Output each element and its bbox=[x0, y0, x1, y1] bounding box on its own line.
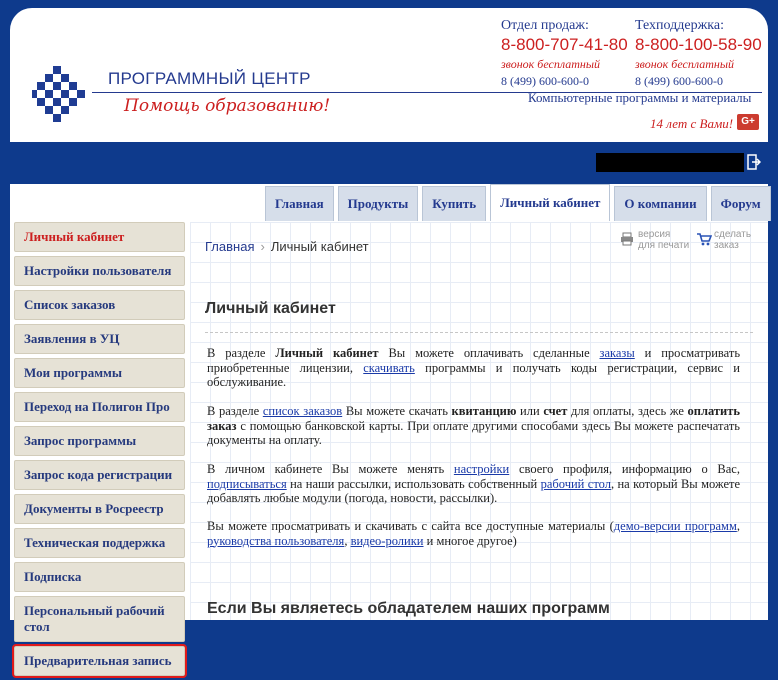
printer-icon bbox=[621, 232, 633, 246]
sidebar-item-tech-support[interactable]: Техническая поддержка bbox=[14, 528, 185, 558]
sidebar-item-regcode-request[interactable]: Запрос кода регистрации bbox=[14, 460, 185, 490]
support-local-phone[interactable]: 8 (499) 600-600-0 bbox=[635, 74, 762, 89]
owners-section-title: Если Вы являетесь обладателем наших прог… bbox=[207, 600, 610, 617]
orders-link[interactable]: заказы bbox=[600, 346, 635, 360]
manuals-link[interactable]: руководства пользователя bbox=[207, 534, 344, 548]
sidebar-item-polygon-pro[interactable]: Переход на Полигон Про bbox=[14, 392, 185, 422]
breadcrumb-home-link[interactable]: Главная bbox=[205, 239, 254, 254]
breadcrumb-separator: › bbox=[260, 239, 265, 254]
order-line1: сделать bbox=[714, 229, 752, 240]
support-contact: Техподдержка: 8-800-100-58-90 звонок бес… bbox=[635, 18, 762, 89]
sidebar-item-subscription[interactable]: Подписка bbox=[14, 562, 185, 592]
tab-about[interactable]: О компании bbox=[614, 186, 707, 221]
make-order-button[interactable]: сделать заказ bbox=[696, 229, 751, 251]
sidebar-item-user-settings[interactable]: Настройки пользователя bbox=[14, 256, 185, 286]
sales-contact: Отдел продаж: 8-800-707-41-80 звонок бес… bbox=[501, 18, 628, 89]
logout-icon[interactable] bbox=[747, 154, 761, 170]
breadcrumb-current: Личный кабинет bbox=[270, 239, 369, 254]
print-line1: версия bbox=[638, 229, 671, 240]
order-line2: заказ bbox=[714, 240, 739, 251]
sales-phone[interactable]: 8-800-707-41-80 bbox=[501, 35, 628, 55]
logo-name[interactable]: ПРОГРАММНЫЙ ЦЕНТР bbox=[108, 69, 311, 89]
sidebar-item-rosreestr-docs[interactable]: Документы в Росреестр bbox=[14, 494, 185, 524]
company-logo-icon[interactable] bbox=[32, 66, 90, 124]
paragraph-1: В разделе Личный кабинет Вы можете оплач… bbox=[207, 346, 741, 389]
sidebar-item-preregistration[interactable]: Предварительная запись bbox=[12, 644, 187, 678]
desktop-link[interactable]: рабочий стол bbox=[541, 477, 611, 491]
support-phone[interactable]: 8-800-100-58-90 bbox=[635, 35, 762, 55]
tab-account[interactable]: Личный кабинет bbox=[490, 184, 611, 221]
logo-underline bbox=[92, 92, 327, 93]
main-content: Главная › Личный кабинет версия для печати… bbox=[190, 222, 768, 620]
tab-buy[interactable]: Купить bbox=[422, 186, 487, 221]
sidebar-item-orders[interactable]: Список заказов bbox=[14, 290, 185, 320]
paragraph-4: Вы можете просматривать и скачивать с са… bbox=[207, 519, 740, 548]
support-free-note: звонок бесплатный bbox=[635, 57, 734, 71]
user-login-field[interactable] bbox=[596, 153, 744, 172]
tab-products[interactable]: Продукты bbox=[337, 186, 419, 221]
years-slogan: 14 лет с Вами! bbox=[650, 116, 734, 131]
sales-free-note: звонок бесплатный bbox=[501, 57, 600, 71]
sales-label: Отдел продаж: bbox=[501, 18, 589, 33]
support-label: Техподдержка: bbox=[635, 18, 724, 33]
google-plus-button[interactable]: G+ bbox=[737, 114, 759, 130]
tab-home[interactable]: Главная bbox=[265, 186, 334, 221]
title-divider bbox=[205, 332, 753, 333]
order-list-link[interactable]: список заказов bbox=[263, 404, 342, 418]
demo-link[interactable]: демо-версии программ bbox=[614, 519, 737, 533]
sidebar: Личный кабинет Настройки пользователя Сп… bbox=[12, 222, 187, 680]
software-tagline: Компьютерные программы и материалы bbox=[528, 90, 752, 105]
main-nav: Главная Продукты Купить Личный кабинет О… bbox=[265, 184, 771, 221]
settings-link[interactable]: настройки bbox=[454, 462, 509, 476]
breadcrumb: Главная › Личный кабинет bbox=[205, 239, 369, 254]
print-line2: для печати bbox=[638, 240, 690, 251]
logo-slogan: Помощь образованию! bbox=[124, 96, 331, 116]
sidebar-item-my-programs[interactable]: Мои программы bbox=[14, 358, 185, 388]
sidebar-item-applications[interactable]: Заявления в УЦ bbox=[14, 324, 185, 354]
subscribe-link[interactable]: подписываться bbox=[207, 477, 287, 491]
page-title: Личный кабинет bbox=[205, 300, 336, 317]
download-link[interactable]: скачивать bbox=[363, 361, 415, 375]
paragraph-2: В разделе список заказов Вы можете скача… bbox=[207, 404, 740, 447]
tab-forum[interactable]: Форум bbox=[710, 186, 771, 221]
paragraph-3: В личном кабинете Вы можете менять настр… bbox=[207, 462, 741, 505]
site-header: ПРОГРАММНЫЙ ЦЕНТР Помощь образованию! От… bbox=[10, 8, 768, 142]
print-version-button[interactable]: версия для печати bbox=[620, 229, 689, 251]
sales-local-phone[interactable]: 8 (499) 600-600-0 bbox=[501, 74, 628, 89]
sidebar-item-account[interactable]: Личный кабинет bbox=[14, 222, 185, 252]
sidebar-item-program-request[interactable]: Запрос программы bbox=[14, 426, 185, 456]
cart-icon bbox=[697, 233, 712, 246]
videos-link[interactable]: видео-ролики bbox=[351, 534, 424, 548]
sidebar-item-desktop[interactable]: Персональный рабочий стол bbox=[14, 596, 185, 642]
